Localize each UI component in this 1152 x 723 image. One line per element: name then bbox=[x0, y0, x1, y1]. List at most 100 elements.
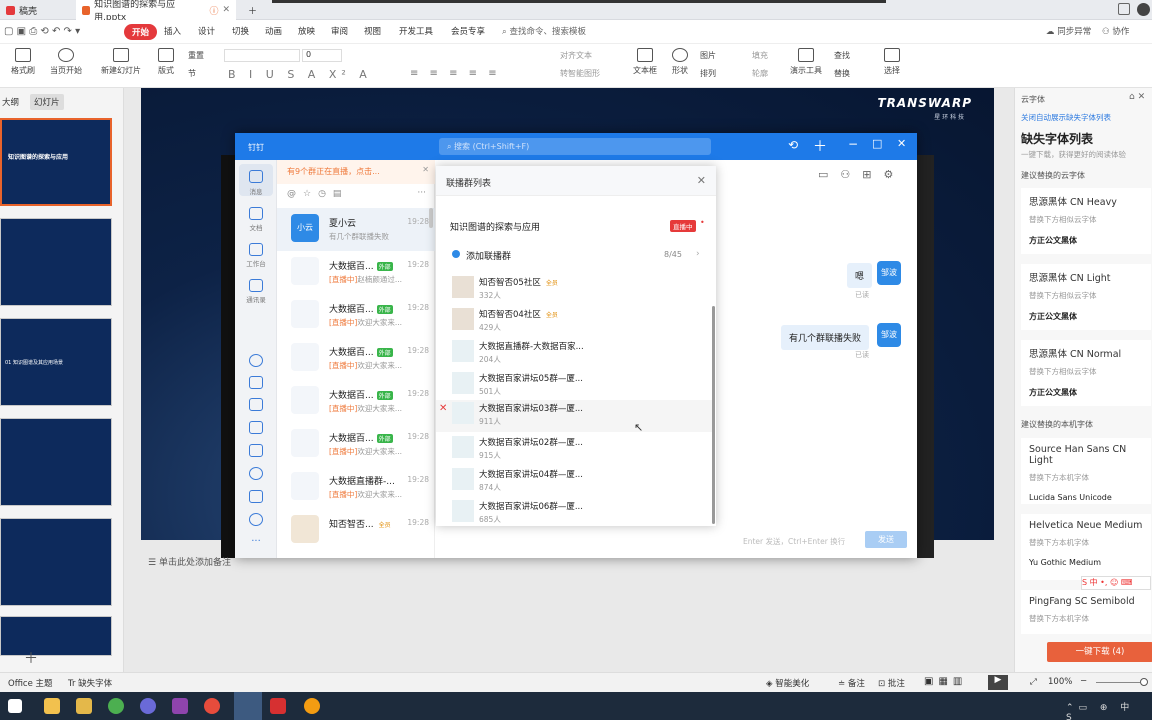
start-menu-icon[interactable] bbox=[8, 699, 22, 713]
app-search-input[interactable]: ⌕ 搜索 (Ctrl+Shift+F) bbox=[439, 138, 711, 155]
maximize-icon[interactable]: □ bbox=[872, 137, 882, 150]
font-card[interactable]: Helvetica Neue Medium 替换下方本机字体 Yu Gothic M… bbox=[1021, 514, 1151, 580]
group-row[interactable]: 知否智否05社区 全员 332人 bbox=[436, 274, 712, 306]
todo-icon[interactable] bbox=[249, 398, 263, 411]
quick-access-icons[interactable]: ▢ ▣ ⎙ ⟲ ↶ ↷ ▾ bbox=[4, 26, 80, 37]
select-button[interactable]: 选择 bbox=[878, 48, 906, 76]
conversation-item[interactable]: 大数据百... 外部 19:28 [直播中]欢迎大家来... bbox=[277, 337, 435, 380]
add-group-row[interactable]: 添加联播群 8/45 › bbox=[436, 244, 712, 268]
slide-thumb-4[interactable] bbox=[0, 418, 112, 506]
picture-button[interactable]: 图片 bbox=[700, 50, 716, 61]
font-card[interactable]: 思源黑体 CN Heavy 替换下方相似云字体 方正公文黑体 bbox=[1021, 188, 1151, 254]
document-icon[interactable] bbox=[249, 207, 263, 220]
chrome-icon[interactable] bbox=[204, 698, 220, 714]
convert-smartart-button[interactable]: 转智能图形 bbox=[560, 68, 600, 79]
zoom-out-icon[interactable]: − bbox=[1080, 676, 1087, 686]
add-slide-icon[interactable]: ＋ bbox=[24, 648, 38, 668]
menu-search[interactable]: ⌕ 查找命令、搜索模板 bbox=[502, 25, 586, 37]
minimize-icon[interactable]: − bbox=[848, 137, 858, 151]
play-current-button[interactable]: 当页开始 bbox=[46, 48, 86, 76]
workbench-icon[interactable] bbox=[249, 243, 263, 256]
calendar-icon[interactable] bbox=[249, 376, 263, 389]
live-icon[interactable] bbox=[249, 467, 263, 480]
font-alt[interactable]: 方正公文黑体 bbox=[1029, 311, 1143, 322]
plus-icon[interactable]: ＋ bbox=[813, 136, 827, 156]
flash-icon[interactable] bbox=[249, 421, 263, 434]
close-icon[interactable]: ✕ bbox=[897, 137, 906, 150]
ime-toolbar[interactable]: S 中 •, ☺ ⌨ bbox=[1081, 576, 1151, 590]
comment-toggle[interactable]: ⊡ 批注 bbox=[878, 677, 905, 689]
fill-button[interactable]: 填充 bbox=[752, 50, 768, 61]
font-card[interactable]: 思源黑体 CN Light 替换下方相似云字体 方正公文黑体 bbox=[1021, 264, 1151, 330]
contacts-icon[interactable] bbox=[249, 279, 263, 292]
conversation-item[interactable]: 大数据直播群-... 19:28 [直播中]欢迎大家来... bbox=[277, 466, 435, 509]
replace-button[interactable]: 替换 bbox=[834, 68, 850, 79]
wps-icon[interactable] bbox=[270, 698, 286, 714]
font-family-select[interactable] bbox=[224, 49, 300, 62]
missing-font-status[interactable]: Tr 缺失字体 bbox=[68, 677, 112, 689]
zoom-slider-handle[interactable] bbox=[1140, 678, 1148, 686]
font-size-select[interactable]: 0 bbox=[302, 49, 342, 62]
slide-thumb-6[interactable] bbox=[0, 616, 112, 656]
close-banner-icon[interactable]: ✕ bbox=[422, 165, 429, 174]
group-row[interactable]: 知否智否04社区 全员 429人 bbox=[436, 306, 712, 338]
scrollbar[interactable] bbox=[712, 306, 715, 524]
close-auto-show-link[interactable]: 关闭自动展示缺失字体列表 bbox=[1021, 112, 1111, 123]
conversation-item[interactable]: 大数据百... 外部 19:28 [直播中]欢迎大家来... bbox=[277, 380, 435, 423]
menu-design[interactable]: 设计 bbox=[198, 25, 215, 37]
conversation-item[interactable]: 大数据百... 外部 19:28 [直播中]欢迎大家来... bbox=[277, 294, 435, 337]
ding-icon[interactable] bbox=[249, 513, 263, 526]
menu-devtools[interactable]: 开发工具 bbox=[399, 25, 433, 37]
font-card[interactable]: Source Han Sans CN Light 替换下方本机字体 Lucida S… bbox=[1021, 438, 1151, 504]
view-mode-icons[interactable]: ▣▦▥ bbox=[924, 676, 967, 687]
new-tab-button[interactable]: ＋ bbox=[242, 0, 263, 20]
font-alt[interactable]: 方正公文黑体 bbox=[1029, 235, 1143, 246]
new-slide-button[interactable]: 新建幻灯片 bbox=[98, 48, 144, 76]
find-button[interactable]: 查找 bbox=[834, 50, 850, 61]
fit-icon[interactable]: ⤢ bbox=[1030, 677, 1037, 687]
close-tab-icon[interactable]: ✕ bbox=[222, 5, 230, 15]
avatar[interactable] bbox=[1137, 3, 1150, 16]
notes-toggle[interactable]: ≐ 备注 bbox=[838, 677, 865, 689]
group-row[interactable]: 大数据直播群-大数据百家... 204人 bbox=[436, 338, 712, 370]
zoom-slider[interactable] bbox=[1096, 682, 1140, 683]
group-row[interactable]: 大数据百家讲坛06群—厦... 685人 bbox=[436, 498, 712, 530]
textbox-button[interactable]: 文本框 bbox=[630, 48, 660, 76]
ide-icon[interactable] bbox=[172, 698, 188, 714]
group-row[interactable]: ✕ 大数据百家讲坛03群—厦... 911人 bbox=[436, 400, 712, 432]
menu-review[interactable]: 审阅 bbox=[331, 25, 348, 37]
font-alt[interactable]: Yu Gothic Medium bbox=[1029, 558, 1143, 567]
conversation-item[interactable]: 小云 夏小云 19:28 有几个群联播失败 bbox=[277, 208, 435, 251]
font-card[interactable]: 思源黑体 CN Normal 替换下方相似云字体 方正公文黑体 bbox=[1021, 340, 1151, 406]
slide-thumb-5[interactable] bbox=[0, 518, 112, 606]
menu-insert[interactable]: 插入 bbox=[164, 25, 181, 37]
more-icon[interactable]: ··· bbox=[235, 536, 277, 547]
menu-start[interactable]: 开始 bbox=[124, 24, 158, 40]
shape-button[interactable]: 形状 bbox=[666, 48, 694, 76]
zoom-level[interactable]: 100% bbox=[1048, 677, 1072, 687]
meeting-icon[interactable] bbox=[249, 490, 263, 503]
layout-icon[interactable] bbox=[1118, 3, 1130, 15]
avatar[interactable]: 邹波 bbox=[877, 261, 901, 285]
group-row[interactable]: 大数据百家讲坛04群—厦... 874人 bbox=[436, 466, 712, 498]
more-options-icon[interactable]: ··· bbox=[417, 188, 426, 198]
close-icon[interactable]: ✕ bbox=[697, 174, 706, 187]
tab-slides[interactable]: 幻灯片 bbox=[30, 94, 64, 110]
slide-thumb-1[interactable]: 知识图谱的探索与应用 bbox=[0, 118, 112, 206]
text-format-icons[interactable]: B I U S A X² A bbox=[228, 68, 372, 81]
section-button[interactable]: 节 bbox=[188, 68, 196, 79]
scrollbar[interactable] bbox=[429, 208, 433, 228]
app-icon[interactable] bbox=[304, 698, 320, 714]
layout-button[interactable]: 版式 bbox=[152, 48, 180, 76]
message-icon[interactable] bbox=[249, 170, 263, 183]
send-button[interactable]: 发送 bbox=[865, 531, 907, 548]
dingtalk-icon[interactable] bbox=[234, 692, 262, 720]
mail-icon[interactable] bbox=[249, 444, 263, 457]
font-card[interactable]: PingFang SC Semibold 替换下方本机字体 bbox=[1021, 590, 1151, 634]
app-icon[interactable] bbox=[140, 698, 156, 714]
play-icon[interactable]: ▶ bbox=[988, 675, 1008, 690]
conversation-item[interactable]: 大数据百... 外部 19:28 [直播中]赵楠颜通过... bbox=[277, 251, 435, 294]
tab-file[interactable]: 知识图谱的探索与应用.pptx ⓘ ✕ bbox=[76, 0, 236, 23]
menu-view[interactable]: 视图 bbox=[364, 25, 381, 37]
menu-slideshow[interactable]: 放映 bbox=[298, 25, 315, 37]
